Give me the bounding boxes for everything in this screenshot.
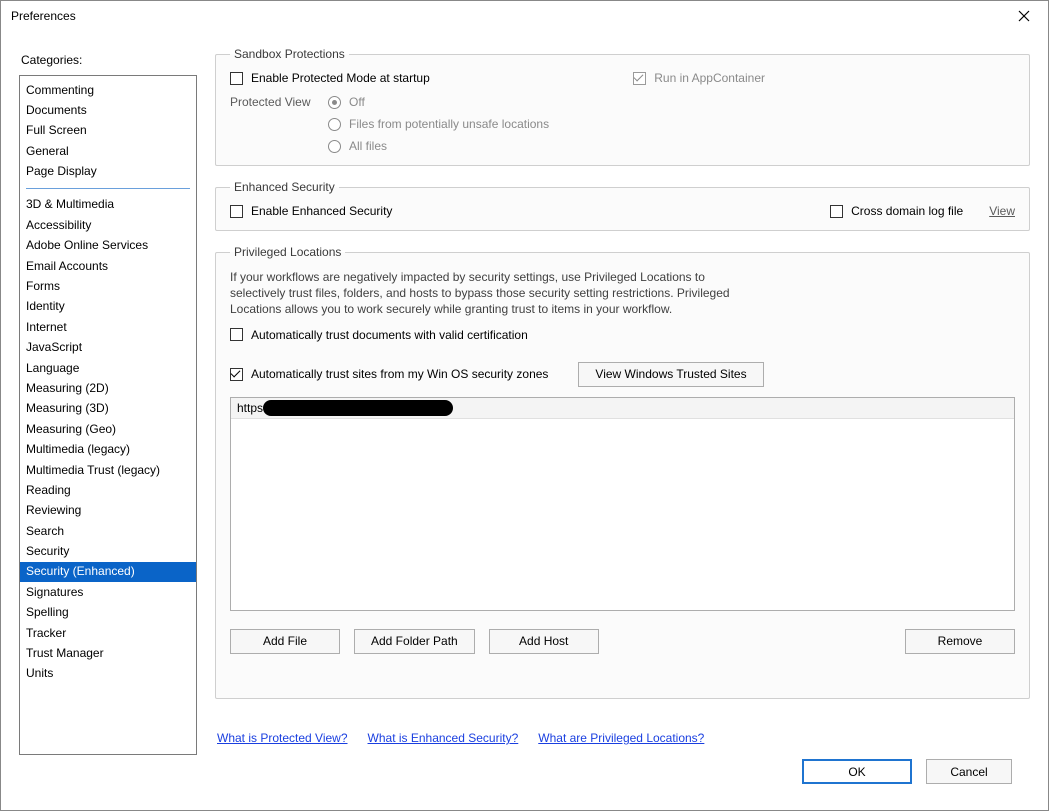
privileged-buttons-row: Add File Add Folder Path Add Host Remove — [230, 629, 1015, 654]
sidebar-item[interactable]: Signatures — [20, 582, 196, 602]
sidebar-item[interactable]: Language — [20, 358, 196, 378]
enable-protected-mode-label: Enable Protected Mode at startup — [251, 71, 430, 85]
window-title: Preferences — [11, 9, 76, 23]
sidebar-item[interactable]: Internet — [20, 317, 196, 337]
sidebar-item[interactable]: Forms — [20, 277, 196, 297]
privileged-description: If your workflows are negatively impacte… — [230, 269, 750, 318]
enhanced-security-legend: Enhanced Security — [230, 180, 339, 194]
sidebar-item[interactable]: JavaScript — [20, 338, 196, 358]
sidebar-item[interactable]: Security — [20, 542, 196, 562]
sidebar-item[interactable]: Measuring (3D) — [20, 399, 196, 419]
checkbox-icon — [230, 205, 243, 218]
protected-view-row: Protected View Off Files from potentially… — [230, 95, 1015, 153]
sidebar-item[interactable]: Search — [20, 521, 196, 541]
sidebar-item[interactable]: Identity — [20, 297, 196, 317]
cancel-button[interactable]: Cancel — [926, 759, 1012, 784]
enable-enhanced-security-label: Enable Enhanced Security — [251, 204, 392, 218]
sidebar-item[interactable]: General — [20, 141, 196, 161]
checkbox-icon — [230, 368, 243, 381]
checkbox-icon — [830, 205, 843, 218]
radio-icon — [328, 140, 341, 153]
auto-trust-zones-label: Automatically trust sites from my Win OS… — [251, 367, 548, 381]
add-file-button[interactable]: Add File — [230, 629, 340, 654]
redacted-host — [263, 400, 453, 416]
auto-trust-cert-option[interactable]: Automatically trust documents with valid… — [230, 328, 1015, 342]
protected-view-label: Protected View — [230, 95, 314, 153]
protected-view-option: Files from potentially unsafe locations — [328, 117, 549, 131]
cross-domain-log-label: Cross domain log file — [851, 204, 963, 218]
cross-domain-log-option[interactable]: Cross domain log file — [830, 204, 963, 218]
sidebar-item[interactable]: Accessibility — [20, 215, 196, 235]
categories-label: Categories: — [21, 53, 197, 67]
sidebar-item[interactable]: Spelling — [20, 603, 196, 623]
privileged-locations-group: Privileged Locations If your workflows a… — [215, 245, 1030, 699]
sidebar-item[interactable]: Commenting — [20, 80, 196, 100]
help-enhanced-security-link[interactable]: What is Enhanced Security? — [368, 731, 519, 745]
radio-icon — [328, 96, 341, 109]
sidebar-item[interactable]: Page Display — [20, 162, 196, 182]
sidebar-item[interactable]: Multimedia Trust (legacy) — [20, 460, 196, 480]
sidebar-item[interactable]: Security (Enhanced) — [20, 562, 196, 582]
titlebar: Preferences — [1, 1, 1048, 31]
protected-view-option-label: All files — [349, 139, 387, 153]
sidebar-item[interactable]: Measuring (Geo) — [20, 419, 196, 439]
sidebar: Categories: CommentingDocumentsFull Scre… — [19, 37, 197, 798]
trusted-location-row[interactable]: https — [231, 398, 1014, 419]
sidebar-item[interactable]: Reviewing — [20, 501, 196, 521]
sidebar-item[interactable]: Trust Manager — [20, 644, 196, 664]
close-button[interactable] — [1008, 4, 1040, 28]
sidebar-item[interactable]: Tracker — [20, 623, 196, 643]
help-links: What is Protected View? What is Enhanced… — [217, 731, 1030, 745]
help-privileged-locations-link[interactable]: What are Privileged Locations? — [538, 731, 704, 745]
dialog-footer: OK Cancel — [215, 745, 1030, 798]
sidebar-item[interactable]: Email Accounts — [20, 256, 196, 276]
sidebar-item[interactable]: Measuring (2D) — [20, 378, 196, 398]
sidebar-item[interactable]: Reading — [20, 480, 196, 500]
trusted-locations-list[interactable]: https — [230, 397, 1015, 611]
checkbox-icon — [230, 328, 243, 341]
run-appcontainer-label: Run in AppContainer — [654, 71, 765, 85]
sidebar-item[interactable]: Units — [20, 664, 196, 684]
enhanced-security-group: Enhanced Security Enable Enhanced Securi… — [215, 180, 1030, 231]
sidebar-item[interactable]: 3D & Multimedia — [20, 195, 196, 215]
auto-trust-zones-option[interactable]: Automatically trust sites from my Win OS… — [230, 367, 548, 381]
sidebar-item[interactable]: Multimedia (legacy) — [20, 440, 196, 460]
add-host-button[interactable]: Add Host — [489, 629, 599, 654]
sandbox-group: Sandbox Protections Enable Protected Mod… — [215, 47, 1030, 166]
sidebar-item[interactable]: Adobe Online Services — [20, 236, 196, 256]
enable-enhanced-security-option[interactable]: Enable Enhanced Security — [230, 204, 392, 218]
privileged-locations-legend: Privileged Locations — [230, 245, 345, 259]
trusted-host-prefix: https — [237, 401, 263, 415]
protected-view-option-label: Off — [349, 95, 365, 109]
sidebar-item[interactable]: Documents — [20, 100, 196, 120]
sidebar-separator — [26, 188, 190, 189]
view-log-link[interactable]: View — [989, 204, 1015, 218]
ok-button[interactable]: OK — [802, 759, 912, 784]
sidebar-item[interactable]: Full Screen — [20, 121, 196, 141]
content-pane: Sandbox Protections Enable Protected Mod… — [215, 37, 1030, 798]
close-icon — [1018, 10, 1030, 22]
protected-view-options: Off Files from potentially unsafe locatio… — [328, 95, 549, 153]
protected-view-option: All files — [328, 139, 549, 153]
enable-protected-mode-option[interactable]: Enable Protected Mode at startup — [230, 71, 430, 85]
view-windows-trusted-sites-button[interactable]: View Windows Trusted Sites — [578, 362, 763, 387]
protected-view-option: Off — [328, 95, 549, 109]
dialog-body: Categories: CommentingDocumentsFull Scre… — [1, 31, 1048, 810]
radio-icon — [328, 118, 341, 131]
auto-trust-cert-label: Automatically trust documents with valid… — [251, 328, 528, 342]
remove-button[interactable]: Remove — [905, 629, 1015, 654]
categories-list[interactable]: CommentingDocumentsFull ScreenGeneralPag… — [19, 75, 197, 755]
preferences-window: Preferences Categories: CommentingDocume… — [0, 0, 1049, 811]
protected-view-option-label: Files from potentially unsafe locations — [349, 117, 549, 131]
run-appcontainer-option: Run in AppContainer — [633, 71, 765, 85]
checkbox-icon — [230, 72, 243, 85]
sandbox-legend: Sandbox Protections — [230, 47, 349, 61]
checkbox-icon — [633, 72, 646, 85]
add-folder-path-button[interactable]: Add Folder Path — [354, 629, 475, 654]
help-protected-view-link[interactable]: What is Protected View? — [217, 731, 348, 745]
